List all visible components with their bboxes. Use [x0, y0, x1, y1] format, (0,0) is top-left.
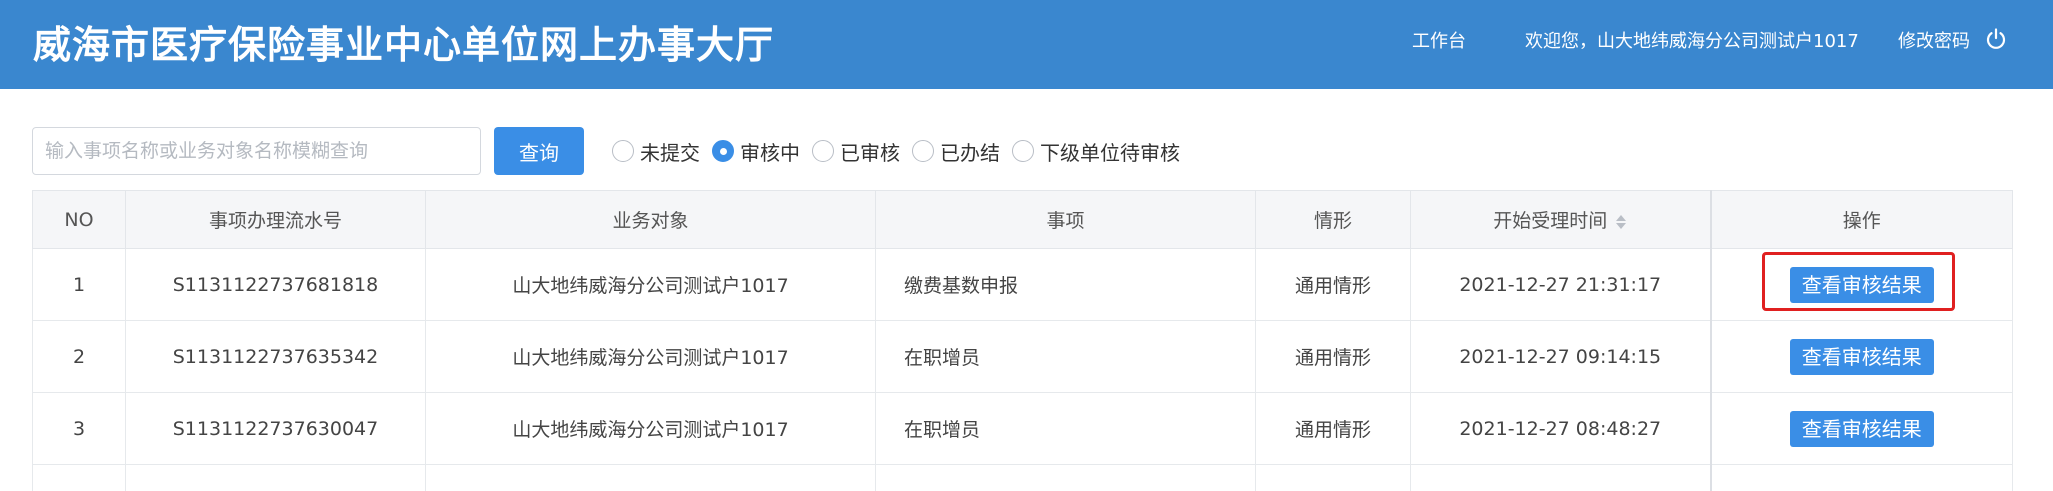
radio-icon — [612, 140, 634, 162]
col-header-situation: 情形 — [1255, 190, 1411, 249]
cell-start-time: 2021-12-27 08:48:27 — [1410, 392, 1711, 465]
search-input[interactable] — [32, 127, 481, 175]
col-header-serial: 事项办理流水号 — [125, 190, 426, 249]
cell-no: 1 — [32, 248, 126, 321]
app-header: 威海市医疗保险事业中心单位网上办事大厅 工作台 欢迎您，山大地纬威海分公司测试户… — [0, 0, 2053, 89]
sort-icon[interactable] — [1615, 213, 1627, 231]
radio-icon — [912, 140, 934, 162]
filter-label: 审核中 — [740, 140, 800, 165]
cell-serial: S1131122737681818 — [125, 248, 426, 321]
col-header-no: NO — [32, 190, 126, 249]
cell-action: 查看审核结果 — [1709, 248, 2013, 321]
cell-item: 在职增员 — [875, 392, 1256, 465]
cell-situation: 通用情形 — [1255, 248, 1411, 321]
filter-completed[interactable]: 已办结 — [912, 137, 1000, 166]
workbench-link[interactable]: 工作台 — [1412, 30, 1466, 54]
cell-item: 在职增员 — [875, 320, 1256, 393]
cell-serial: S1131122737635342 — [125, 320, 426, 393]
records-table: NO 事项办理流水号 业务对象 事项 情形 开始受理时间 操作 1 S11311… — [32, 190, 2013, 491]
filter-label: 下级单位待审核 — [1040, 140, 1180, 165]
welcome-text: 欢迎您，山大地纬威海分公司测试户1017 — [1525, 31, 1859, 52]
col-header-object: 业务对象 — [425, 190, 876, 249]
filter-under-review[interactable]: 审核中 — [712, 137, 800, 166]
cell-situation: 通用情形 — [1255, 392, 1411, 465]
table-row: 1 S1131122737681818 山大地纬威海分公司测试户1017 缴费基… — [32, 248, 2013, 321]
cell-no: 2 — [32, 320, 126, 393]
table-row: 3 S1131122737630047 山大地纬威海分公司测试户1017 在职增… — [32, 392, 2013, 465]
view-review-result-button[interactable]: 查看审核结果 — [1789, 410, 1934, 447]
search-button[interactable]: 查询 — [494, 127, 584, 175]
filter-label: 已办结 — [940, 140, 1000, 165]
filter-label: 未提交 — [640, 140, 700, 165]
col-header-start-time[interactable]: 开始受理时间 — [1410, 190, 1711, 249]
table-row-partial — [32, 464, 2013, 491]
cell-object: 山大地纬威海分公司测试户1017 — [425, 392, 876, 465]
power-icon[interactable] — [1984, 27, 2008, 51]
cell-serial: S1131122737630047 — [125, 392, 426, 465]
table-row: 2 S1131122737635342 山大地纬威海分公司测试户1017 在职增… — [32, 320, 2013, 393]
filter-subordinate-pending[interactable]: 下级单位待审核 — [1012, 137, 1180, 166]
filter-label: 已审核 — [840, 140, 900, 165]
col-header-start-time-label: 开始受理时间 — [1493, 210, 1608, 232]
cell-item: 缴费基数申报 — [875, 248, 1256, 321]
col-header-action: 操作 — [1709, 190, 2013, 249]
cell-action: 查看审核结果 — [1709, 392, 2013, 465]
cell-object: 山大地纬威海分公司测试户1017 — [425, 320, 876, 393]
view-review-result-button[interactable]: 查看审核结果 — [1789, 266, 1934, 303]
table-header-row: NO 事项办理流水号 业务对象 事项 情形 开始受理时间 操作 — [32, 190, 2013, 249]
filter-unsubmitted[interactable]: 未提交 — [612, 137, 700, 166]
app-title: 威海市医疗保险事业中心单位网上办事大厅 — [33, 23, 775, 67]
radio-icon — [812, 140, 834, 162]
view-review-result-button[interactable]: 查看审核结果 — [1789, 338, 1934, 375]
radio-checked-icon — [712, 140, 734, 162]
cell-action: 查看审核结果 — [1709, 320, 2013, 393]
radio-icon — [1012, 140, 1034, 162]
cell-object: 山大地纬威海分公司测试户1017 — [425, 248, 876, 321]
filter-reviewed[interactable]: 已审核 — [812, 137, 900, 166]
cell-situation: 通用情形 — [1255, 320, 1411, 393]
cell-start-time: 2021-12-27 21:31:17 — [1410, 248, 1711, 321]
cell-no: 3 — [32, 392, 126, 465]
change-password-link[interactable]: 修改密码 — [1898, 30, 1970, 54]
col-header-item: 事项 — [875, 190, 1256, 249]
status-filter-group: 未提交 审核中 已审核 已办结 下级单位待审核 — [612, 136, 1192, 166]
cell-start-time: 2021-12-27 09:14:15 — [1410, 320, 1711, 393]
